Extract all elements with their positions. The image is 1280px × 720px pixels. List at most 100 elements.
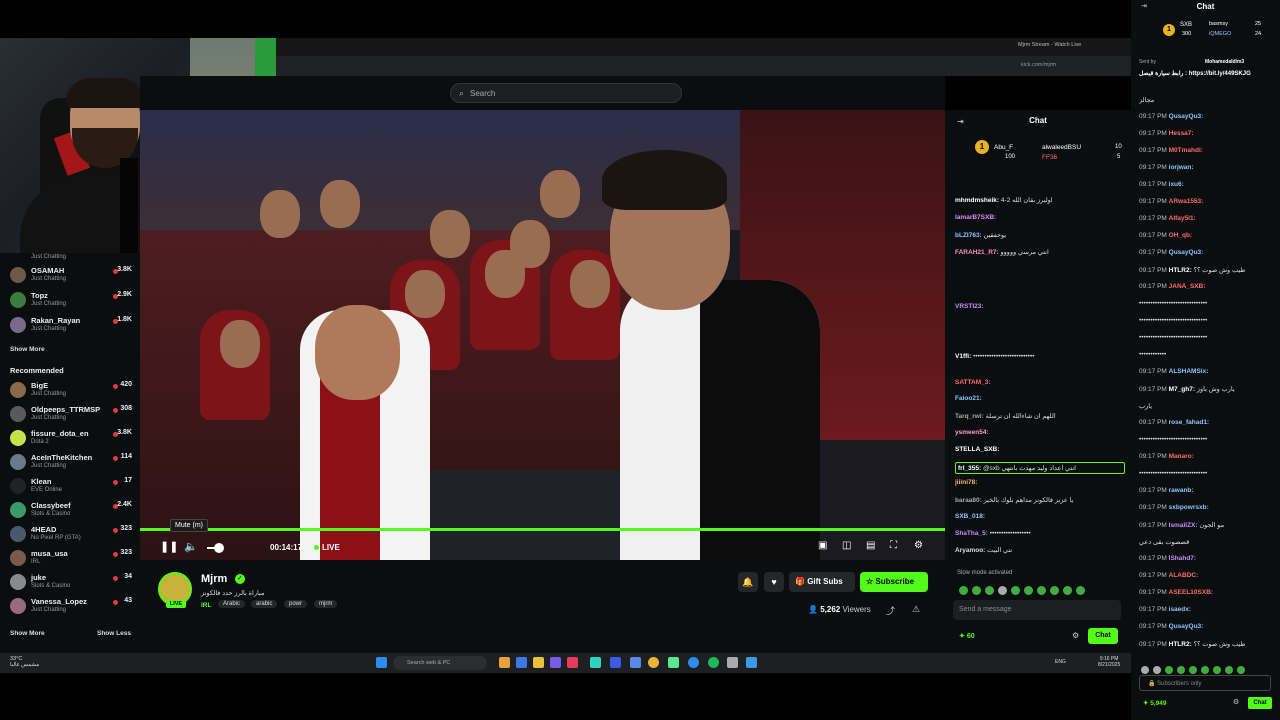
chat-username[interactable]: ALABDC: [1169,572,1199,579]
chat-username[interactable]: OH_qb: [1169,232,1192,239]
chat-username[interactable]: HTLR2: [1169,267,1192,274]
pause-icon[interactable]: ❚❚ [160,540,178,553]
chat-username[interactable]: QusayQu3: [1169,623,1204,630]
chat-username[interactable]: rawanb: [1169,487,1194,494]
chat-username[interactable]: HTLR2: [1169,641,1192,648]
chat-username[interactable]: SATTAM_3: [955,379,991,386]
chat-username[interactable]: ALSHAMSix: [1169,368,1209,375]
clip-icon[interactable]: ▤ [866,540,875,551]
windows-start-icon[interactable] [376,657,387,668]
chat-username[interactable]: Aryamoo: [955,547,985,554]
chat-username[interactable]: frl_355: [958,465,981,472]
chat-username[interactable]: ShaTha_5: [955,530,988,537]
notification-bell-icon[interactable]: 🔔 [738,572,758,592]
stream-tag[interactable]: powr [284,600,308,608]
chat-username[interactable]: Manaro: [1169,453,1194,460]
search-input[interactable]: ⌕ Search [450,83,682,103]
sidebar-channel[interactable]: juke Slots & Casino 34 [10,572,134,594]
chat-username[interactable]: Faioo21: [955,395,982,402]
sidebar-channel[interactable]: Klean EVE Online 17 [10,476,134,498]
chat-username[interactable]: iorjwan: [1169,164,1194,171]
stream-tag[interactable]: Arabic [218,600,246,608]
app-icon[interactable] [567,657,578,668]
edge-icon[interactable] [688,657,699,668]
sidebar-channel[interactable]: musa_usa IRL 323 [10,548,134,570]
chat-message-input[interactable]: 🔒 Subscribers only [1139,675,1271,691]
app-icon[interactable] [668,657,679,668]
chat-username[interactable]: baraa80: [955,497,982,504]
app-icon[interactable] [746,657,757,668]
sidebar-channel[interactable]: Oldpeeps_TTRMSP Just Chatting 308 [10,404,134,426]
app-icon[interactable] [516,657,527,668]
chat-username[interactable]: ASEEL10SXB: [1169,589,1213,596]
sidebar-channel[interactable]: fissure_dota_en Dota 2 3.8K [10,428,134,450]
chrome-icon[interactable] [648,657,659,668]
emote-bar[interactable] [1141,661,1276,674]
share-icon[interactable]: ⤴ [886,604,895,617]
gift-subs-button[interactable]: 🎁 Gift Subs [789,572,855,592]
language-indicator[interactable]: ENG [1055,659,1066,665]
chat-username[interactable]: lamarB7SXB: [955,214,996,221]
follow-heart-icon[interactable]: ♥ [764,572,784,592]
chat-username[interactable]: QusayQu3: [1169,249,1204,256]
chat-username[interactable]: isaedx: [1169,606,1191,613]
weather-widget[interactable]: 33°C مشمس غالبا [10,656,39,668]
browser-tab[interactable]: Mjrm Stream - Watch Live [1018,42,1081,48]
chat-username[interactable]: STELLA_SXB: [955,446,999,453]
pip-icon[interactable]: ◫ [842,540,851,551]
chat-username[interactable]: sxbpowrsxb: [1169,504,1209,511]
subscribe-button[interactable]: ☆ Subscribe [860,572,928,592]
show-less-link[interactable]: Show Less [97,630,131,637]
stream-tag[interactable]: arabic [251,600,278,608]
app-icon[interactable] [727,657,738,668]
spotify-icon[interactable] [708,657,719,668]
stream-tag[interactable]: mjrm [314,600,338,608]
report-icon[interactable]: ⚠ [912,604,920,615]
chat-send-button[interactable]: Chat [1248,697,1272,709]
chat-username[interactable]: FARAH21_R7: [955,249,999,256]
chat-username[interactable]: rose_fahad1: [1169,419,1209,426]
show-more-link[interactable]: Show More [10,630,45,637]
sidebar-channel[interactable]: Classybeef Slots & Casino 2.4K [10,500,134,522]
sidebar-channel[interactable]: BigE Just Chatting 420 [10,380,134,402]
chat-username[interactable]: M0Tmahdi: [1169,147,1203,154]
chat-username[interactable]: jiiini78: [955,479,977,486]
settings-gear-icon[interactable]: ⚙ [914,540,923,551]
chat-username[interactable]: V1ffi: [955,353,971,360]
sidebar-channel[interactable]: OSAMAH Just Chatting 3.8K [10,265,134,287]
folder-icon[interactable] [533,657,544,668]
theater-mode-icon[interactable]: ▣ [818,540,827,551]
chat-username[interactable]: Hessa7: [1169,130,1194,137]
chat-send-button[interactable]: Chat [1088,628,1118,644]
fullscreen-icon[interactable]: ⛶ [890,540,897,551]
chat-username[interactable]: Alfay5I1: [1169,215,1196,222]
show-more-link[interactable]: Show More [10,346,45,353]
sidebar-channel[interactable]: Topz Just Chatting 2.9K [10,290,134,312]
chat-username[interactable]: VRSTI23: [955,303,984,310]
sidebar-channel[interactable]: AceInTheKitchen Just Chatting 114 [10,452,134,474]
stream-category[interactable]: IRL [201,602,211,609]
volume-slider-handle[interactable] [214,543,224,553]
address-bar[interactable]: kick.com/mjrm [276,56,1131,76]
app-icon[interactable] [550,657,561,668]
sidebar-channel[interactable]: Rakan_Rayan Just Chatting 1.8K [10,315,134,337]
chat-username[interactable]: mhmdmsheik: [955,197,999,204]
taskbar-search[interactable]: Search web & PC [393,656,487,670]
sidebar-channel[interactable]: Vanessa_Lopez Just Chatting 43 [10,596,134,618]
chat-username[interactable]: SXB_018: [955,513,985,520]
chat-username[interactable]: bLZI763: [955,232,982,239]
chat-username[interactable]: JANA_SXB: [1169,283,1206,290]
chat-settings-gear-icon[interactable]: ⚙ [1072,631,1079,640]
pinned-message[interactable]: Sent by Mohamedaldim3 رابط سيارة قيصل : … [1135,56,1276,82]
chat-username[interactable]: QusayQu3: [1169,113,1204,120]
video-player[interactable] [140,110,945,560]
steam-icon[interactable] [610,657,621,668]
emote-bar[interactable] [959,582,1119,595]
chat-username[interactable]: IsmailZX: [1169,522,1198,529]
chat-settings-gear-icon[interactable]: ⚙ [1233,698,1239,706]
app-icon[interactable] [590,657,601,668]
chat-username[interactable]: ixu6: [1169,181,1184,188]
sidebar-channel[interactable]: 4HEAD No Pixel RP (GTA) 323 [10,524,134,546]
channel-name[interactable]: Mjrm [201,573,227,585]
volume-icon[interactable]: 🔈 [184,540,198,553]
